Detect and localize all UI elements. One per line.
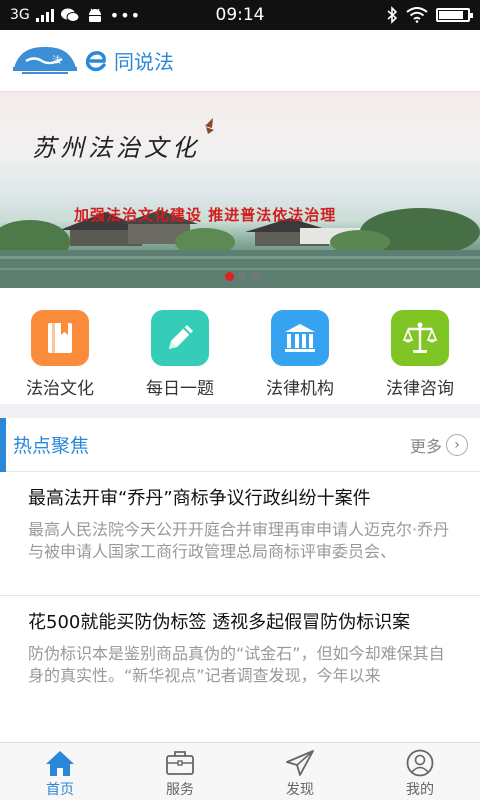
pencil-icon: [169, 325, 193, 349]
institution-icon: [285, 324, 315, 352]
briefcase-icon: [166, 751, 194, 775]
quick-item-label: 法治文化: [26, 379, 94, 399]
news-item-summary: 最高人民法院今天公开开庭合并审理再审申请人迈克尔·乔丹与被申请人国家工商行政管理…: [28, 520, 450, 561]
carousel-dot[interactable]: [251, 272, 260, 281]
tab-services[interactable]: 服务: [120, 743, 240, 800]
bottom-tab-bar: 首页 服务 发现 我的: [0, 742, 480, 800]
hot-news-header: 热点聚焦 更多 ›: [0, 418, 480, 472]
wifi-icon: [406, 7, 428, 23]
more-dots-icon: •••: [109, 5, 142, 25]
chat-icon: [60, 8, 80, 22]
app-header: 法 同说法: [0, 30, 480, 92]
tab-label: 服务: [166, 782, 194, 798]
section-accent-bar: [0, 418, 6, 472]
chevron-right-icon: ›: [446, 433, 468, 456]
status-bar: 3G ••• 09:14: [0, 0, 480, 30]
carousel-dot[interactable]: [225, 272, 234, 281]
hot-news-section: 热点聚焦 更多 › 最高法开审“乔丹”商标争议行政纠纷十案件 最高人民法院今天公…: [0, 418, 480, 742]
court-logo-icon: 法: [13, 46, 77, 74]
carousel-indicator: [225, 272, 260, 281]
quick-item-label: 每日一题: [146, 379, 214, 399]
tab-label: 发现: [286, 782, 314, 798]
more-link[interactable]: 更多 ›: [410, 433, 468, 457]
android-icon: [88, 8, 101, 22]
quick-item-legal-institution[interactable]: 法律机构: [240, 288, 360, 404]
tab-label: 首页: [46, 782, 74, 798]
banner-scenery: [0, 118, 480, 288]
more-label: 更多: [409, 436, 442, 456]
user-icon: [406, 749, 434, 777]
book-icon: [48, 323, 72, 353]
tab-home[interactable]: 首页: [0, 743, 120, 800]
news-item-summary: 防伪标识本是鉴别商品真伪的“试金石”，但如今却难保其自身的真实性。“新华视点”记…: [28, 644, 445, 685]
quick-item-label: 法律机构: [266, 379, 334, 399]
quick-icon-tile: [151, 310, 209, 366]
home-icon: [46, 751, 74, 776]
e-letter-icon: [85, 50, 106, 71]
news-item[interactable]: 花500就能买防伪标签 透视多起假冒防伪标识案 防伪标识本是鉴别商品真伪的“试金…: [0, 596, 480, 742]
hot-news-title: 热点聚焦: [13, 435, 90, 457]
brand-name: 同说法: [114, 52, 174, 74]
svg-text:法: 法: [52, 54, 61, 66]
banner-carousel[interactable]: 苏州法治文化 加强法治文化建设 推进普法依法治理: [0, 92, 480, 288]
quick-icon-tile: [391, 310, 449, 366]
bluetooth-icon: [387, 6, 398, 24]
news-item[interactable]: 最高法开审“乔丹”商标争议行政纠纷十案件 最高人民法院今天公开开庭合并审理再审申…: [0, 472, 480, 596]
tab-discover[interactable]: 发现: [240, 743, 360, 800]
banner-calligraphy: 苏州法治文化: [32, 134, 200, 162]
quick-item-label: 法律咨询: [386, 379, 454, 399]
tab-profile[interactable]: 我的: [360, 743, 480, 800]
banner-slogan: 加强法治文化建设 推进普法依法治理: [74, 206, 337, 224]
carousel-dot[interactable]: [238, 272, 247, 281]
network-type: 3G: [10, 7, 30, 23]
quick-icon-tile: [31, 310, 89, 366]
tab-label: 我的: [406, 782, 434, 798]
signal-icon: [35, 8, 54, 22]
scales-icon: [402, 322, 438, 353]
news-item-title: 花500就能买防伪标签 透视多起假冒防伪标识案: [28, 612, 411, 633]
app-screen: 3G ••• 09:14 法 同说法 苏州法治文化 加强法治文化建设 推进普法依…: [0, 0, 480, 800]
quick-item-daily-question[interactable]: 每日一题: [120, 288, 240, 404]
quick-menu: 法治文化 每日一题 法律机构 法律咨询: [0, 288, 480, 404]
paper-plane-icon: [286, 750, 314, 776]
brand-logo: 法 同说法: [12, 44, 174, 78]
battery-icon: [436, 8, 473, 22]
quick-item-legal-consult[interactable]: 法律咨询: [360, 288, 480, 404]
news-item-title: 最高法开审“乔丹”商标争议行政纠纷十案件: [28, 488, 371, 509]
quick-item-legal-culture[interactable]: 法治文化: [0, 288, 120, 404]
quick-icon-tile: [271, 310, 329, 366]
